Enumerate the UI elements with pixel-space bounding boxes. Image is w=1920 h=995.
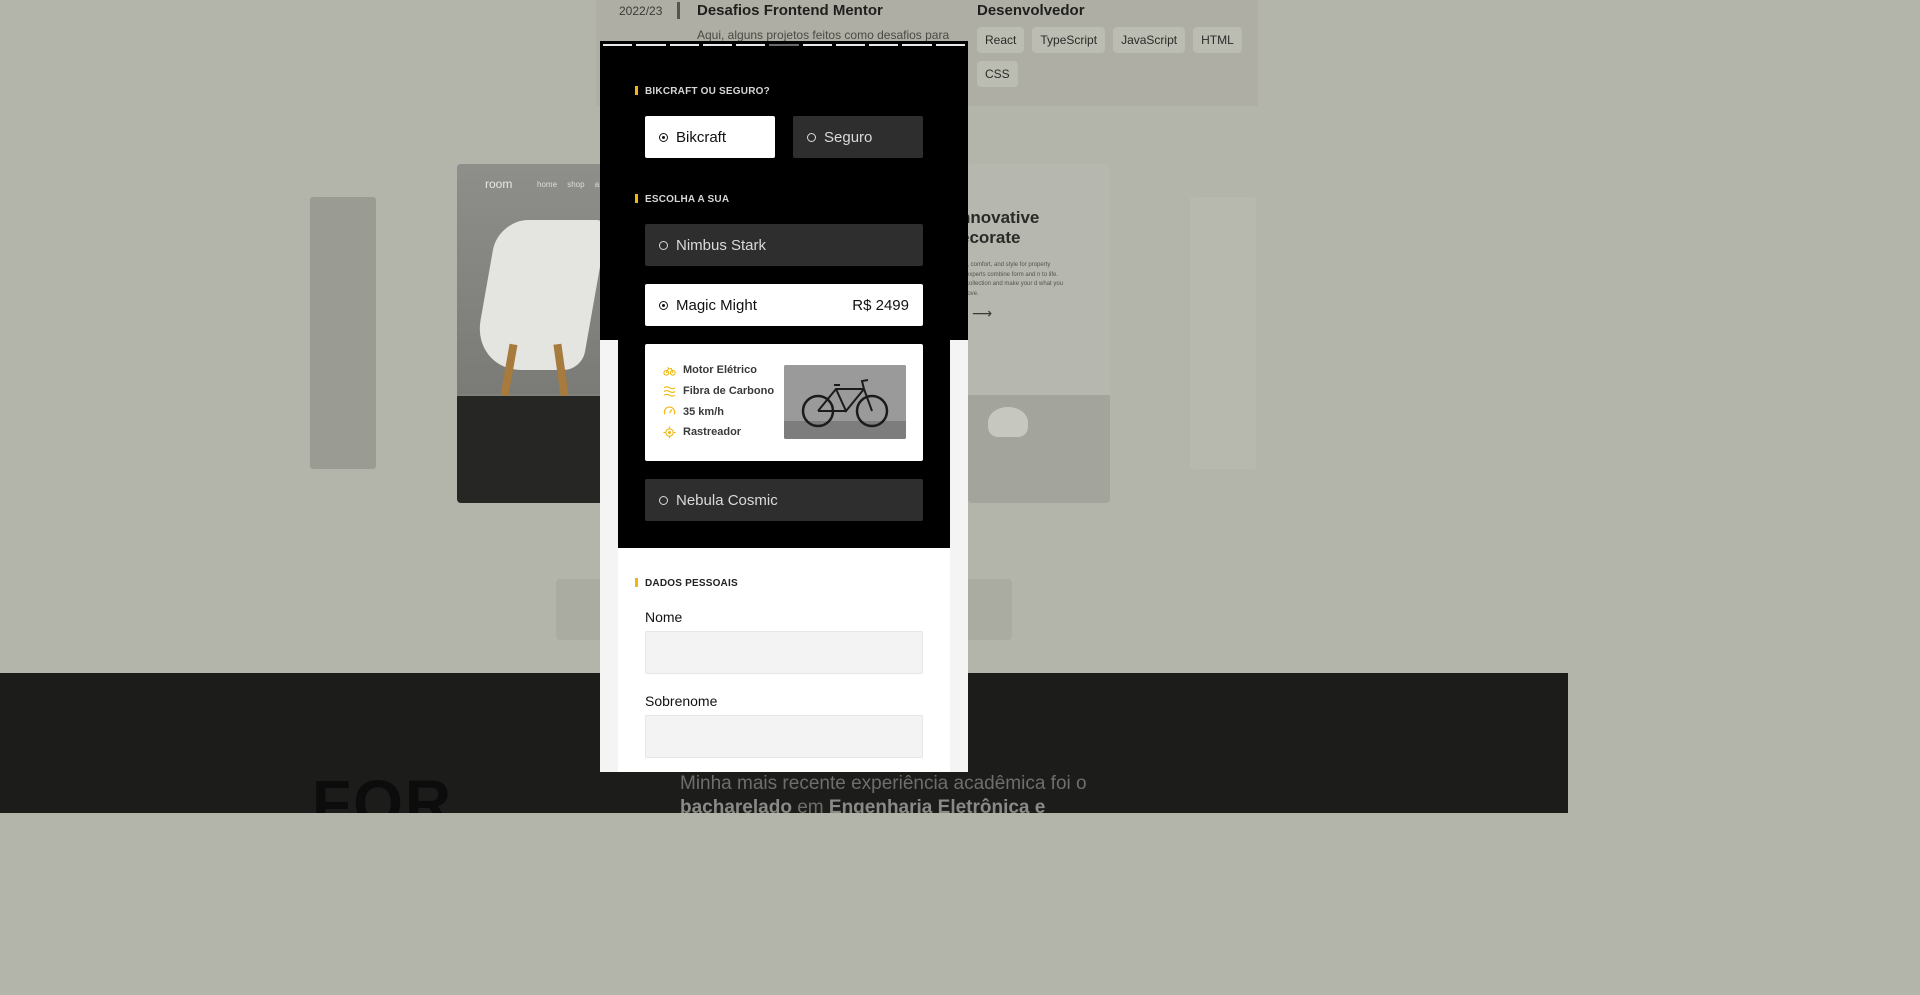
progress-step [902,44,932,46]
preview-body: l, comfort, and style for property exper… [968,262,1064,297]
footer-paragraph: Minha mais recente experiência acadêmica… [680,772,1150,813]
timeline-bar [677,2,680,19]
option-seguro[interactable]: Seguro [793,116,923,158]
radio-selected-icon [659,300,668,310]
section-title-personal-data: DADOS PESSOAIS [635,578,738,589]
accent-mark [635,578,638,587]
radio-empty-icon [659,495,668,505]
feature-label: Fibra de Carbono [683,385,775,398]
section-title-text: DADOS PESSOAIS [645,578,738,589]
footer-heading: FOR [312,767,454,813]
carousel-next-card [1190,197,1256,469]
experience-role: Desenvolvedor [977,2,1085,19]
carbon-fiber-icon [663,385,676,398]
preview-heading: nnovative ecorate [968,208,1040,247]
option-nebula-cosmic[interactable]: Nebula Cosmic [645,479,923,521]
progress-step [802,44,832,46]
progress-step [702,44,733,46]
preview-lower [968,395,1110,503]
product-selection-panel: BIKCRAFT OU SEGURO? Bikcraft Seguro ESCO… [618,57,950,548]
footer-text-1: Minha mais recente experiência acadêmica… [680,773,1087,794]
section-title-text: BIKCRAFT OU SEGURO? [645,86,770,97]
accent-mark [635,86,638,95]
progress-step-current [769,44,799,46]
first-name-label: Nome [645,609,683,625]
stool-image [988,407,1028,437]
experience-description: Aqui, alguns projetos feitos como desafi… [697,28,950,42]
arrow-right-icon: ⟶ [972,306,993,322]
progress-step [935,44,965,46]
feature-item: Motor Elétrico [663,360,774,381]
option-label: Nebula Cosmic [676,491,778,509]
section-title-product-type: BIKCRAFT OU SEGURO? [635,86,770,97]
personal-data-panel: DADOS PESSOAIS Nome Sobrenome [618,548,950,772]
progress-step [636,44,666,46]
last-name-label: Sobrenome [645,693,718,709]
feature-label: 35 km/h [683,405,724,418]
tag-css: CSS [977,61,1018,87]
section-title-text: ESCOLHA A SUA [645,194,730,205]
footer-bold-2: Engenharia Eletrônica e [828,797,1046,813]
feature-item: Fibra de Carbono [663,381,774,402]
carousel-prev-card [310,197,376,469]
room-logo: room [485,177,513,191]
tag-javascript: JavaScript [1113,27,1186,53]
option-bikcraft[interactable]: Bikcraft [645,116,775,158]
feature-item: Rastreador [663,422,774,443]
speedometer-icon [663,405,676,418]
feature-item: 35 km/h [663,401,774,422]
option-label: Seguro [824,128,873,146]
option-label: Nimbus Stark [676,236,767,254]
bike-photo [784,365,906,439]
progress-step [669,44,699,46]
preview-floor [457,396,607,503]
gps-tracker-icon [663,426,676,439]
purchase-modal: BIKCRAFT OU SEGURO? Bikcraft Seguro ESCO… [600,41,968,772]
feature-list: Motor Elétrico Fibra de Carbono 35 km/h [663,360,774,443]
progress-step [736,44,766,46]
experience-title: Desafios Frontend Mentor [697,2,883,19]
option-magic-might[interactable]: Magic Might R$ 2499 [645,284,923,326]
radio-empty-icon [659,240,668,250]
progress-step [603,44,633,46]
radio-empty-icon [807,132,816,142]
option-label: Bikcraft [676,128,727,146]
tag-html: HTML [1193,27,1242,53]
option-nimbus-stark[interactable]: Nimbus Stark [645,224,923,266]
tech-tags: React TypeScript JavaScript HTML CSS [977,27,1247,87]
section-title-bike-choice: ESCOLHA A SUA [635,194,729,205]
progress-steps [603,44,965,46]
tag-react: React [977,27,1025,53]
electric-motor-icon [663,364,676,377]
option-label: Magic Might [676,296,757,314]
project-preview-room: room home shop a [457,164,607,503]
progress-step [835,44,866,46]
experience-year: 2022/23 [619,4,663,18]
radio-selected-icon [659,132,668,142]
feature-label: Motor Elétrico [683,364,757,377]
option-price: R$ 2499 [852,296,909,314]
project-preview-innovative: nnovative ecorate l, comfort, and style … [968,164,1110,503]
footer-text-2: em [791,797,829,813]
room-nav: home shop a [537,180,600,189]
progress-step [869,44,899,46]
last-name-input[interactable] [645,715,923,758]
footer-bold-1: bacharelado [680,797,792,813]
tag-typescript: TypeScript [1032,27,1106,53]
accent-mark [635,194,638,203]
first-name-input[interactable] [645,631,923,674]
bike-details-card: Motor Elétrico Fibra de Carbono 35 km/h [645,344,923,461]
feature-label: Rastreador [683,426,742,439]
